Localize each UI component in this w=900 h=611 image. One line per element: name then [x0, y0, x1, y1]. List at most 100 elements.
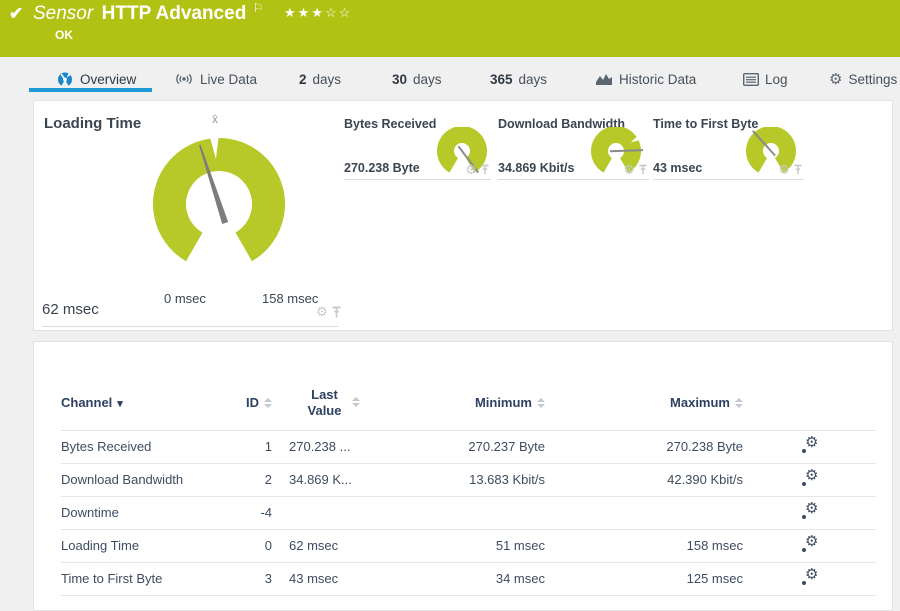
sort-icon[interactable] — [264, 397, 272, 408]
tab-live-data[interactable]: Live Data — [174, 65, 257, 93]
channel-settings-icon[interactable]: ⚙ — [801, 565, 819, 586]
small-gauge-download-bandwidth: Download Bandwidth 34.869 Kbit/s ⚙ — [498, 101, 649, 181]
gear-subdot — [801, 448, 806, 453]
small-gauge-value: 43 msec — [653, 161, 703, 175]
gauge-min-label: 0 msec — [164, 291, 206, 306]
flag-icon[interactable]: ⚐ — [253, 1, 264, 15]
prtg-sensor-page: ✔ Sensor HTTP Advanced ⚐ ★★★☆☆ OK Overvi… — [0, 0, 900, 611]
log-icon — [743, 72, 759, 86]
status-badge: OK — [55, 28, 73, 42]
gear-icon: ⚙ — [805, 499, 819, 517]
tab-label: Log — [765, 71, 788, 87]
divider — [498, 179, 649, 180]
channel-settings-icon[interactable]: ⚙ — [801, 433, 819, 454]
gear-subdot — [801, 547, 806, 552]
tab-label: Historic Data — [619, 71, 697, 87]
priority-stars[interactable]: ★★★☆☆ — [284, 5, 352, 20]
table-row[interactable]: Loading Time 0 62 msec 51 msec 158 msec … — [61, 529, 876, 562]
tab-30-days[interactable]: 30 days — [392, 65, 442, 93]
primary-gauge-actions: ⚙ — [316, 305, 341, 318]
tab-log[interactable]: Log — [743, 65, 788, 93]
small-gauge-time-to-first-byte: Time to First Byte 43 msec ⚙ — [653, 101, 804, 181]
small-gauge-value: 34.869 Kbit/s — [498, 161, 575, 175]
gauges-panel: Loading Time x̄ 0 msec 158 msec 62 msec … — [33, 100, 893, 331]
divider — [653, 179, 804, 180]
column-label: Minimum — [474, 395, 532, 411]
sensor-title-line: Sensor HTTP Advanced ⚐ ★★★☆☆ — [33, 1, 352, 25]
channel-name-cell[interactable]: Time to First Byte — [61, 562, 244, 595]
column-header-actions — [743, 376, 876, 430]
channel-settings-icon[interactable]: ⚙ — [801, 499, 819, 520]
column-header-id[interactable]: ID — [244, 376, 272, 430]
minimum-cell: 51 msec — [495, 538, 545, 553]
mean-marker-label: x̄ — [212, 112, 218, 126]
column-header-channel[interactable]: Channel ▾ — [61, 376, 244, 430]
tab-365-days[interactable]: 365 days — [490, 65, 547, 93]
last-value-cell: 34.869 K... — [289, 472, 352, 487]
tab-label: Settings — [848, 71, 898, 87]
sort-caret-icon: ▾ — [117, 398, 123, 411]
column-header-maximum[interactable]: Maximum — [545, 376, 743, 430]
table-row[interactable]: Downtime -4 ⚙ — [61, 496, 876, 529]
gear-subdot — [801, 514, 806, 519]
gear-icon: ⚙ — [805, 433, 819, 451]
divider — [42, 326, 338, 327]
column-header-minimum[interactable]: Minimum — [390, 376, 545, 430]
gauge-max-label: 158 msec — [262, 291, 319, 306]
gauge-settings-icon[interactable]: ⚙ — [465, 163, 477, 176]
gauge-settings-icon[interactable]: ⚙ — [778, 163, 790, 176]
table-row[interactable]: Bytes Received 1 270.238 ... 270.237 Byt… — [61, 430, 876, 463]
maximum-cell — [545, 496, 743, 529]
table-row[interactable]: Time to First Byte 3 43 msec 34 msec 125… — [61, 562, 876, 595]
small-gauge-label: Bytes Received — [344, 117, 437, 131]
last-value-cell: 270.238 ... — [289, 439, 351, 454]
maximum-cell: 270.238 Byte — [666, 439, 743, 454]
table-row[interactable]: Download Bandwidth 2 34.869 K... 13.683 … — [61, 463, 876, 496]
gear-subdot — [801, 580, 806, 585]
sort-icon[interactable] — [735, 397, 743, 408]
last-value-cell — [272, 496, 390, 529]
gauge-settings-icon[interactable]: ⚙ — [316, 305, 328, 318]
pin-icon[interactable] — [794, 164, 802, 175]
maximum-cell: 158 msec — [686, 538, 743, 553]
channel-name-cell[interactable]: Bytes Received — [61, 430, 244, 463]
settings-gear-icon: ⚙ — [829, 71, 843, 88]
gear-icon: ⚙ — [805, 532, 819, 550]
channel-id-cell: 1 — [264, 439, 272, 454]
sort-icon[interactable] — [537, 397, 545, 408]
channel-name-cell[interactable]: Downtime — [61, 496, 244, 529]
column-header-last-value[interactable]: Last Value — [272, 376, 390, 430]
channel-id-cell: 2 — [264, 472, 272, 487]
live-data-icon — [176, 73, 192, 85]
pin-icon[interactable] — [639, 164, 647, 175]
tab-label: days — [312, 71, 342, 87]
channel-settings-icon[interactable]: ⚙ — [801, 532, 819, 553]
channel-settings-icon[interactable]: ⚙ — [801, 468, 819, 487]
active-tab-underline — [29, 88, 152, 92]
pin-icon[interactable] — [332, 306, 341, 318]
gear-icon: ⚙ — [805, 565, 819, 583]
tab-historic-data[interactable]: Historic Data — [595, 65, 696, 93]
tab-label: days — [413, 71, 442, 87]
small-gauge-bytes-received: Bytes Received 270.238 Byte ⚙ — [344, 101, 491, 181]
tab-settings[interactable]: ⚙ Settings — [829, 65, 897, 93]
column-label: ID — [246, 395, 259, 411]
gear-subdot — [801, 481, 806, 486]
channel-name-cell[interactable]: Download Bandwidth — [61, 463, 244, 496]
small-gauge-actions: ⚙ — [778, 163, 802, 176]
gauge-settings-icon[interactable]: ⚙ — [623, 163, 635, 176]
tab-2-days[interactable]: 2 days — [299, 65, 341, 93]
small-gauge-actions: ⚙ — [465, 163, 489, 176]
channel-id-cell: -4 — [260, 505, 272, 520]
table-header-row: Channel ▾ ID Last Value Minimum Maximum — [61, 376, 876, 430]
sort-icon[interactable] — [351, 396, 360, 407]
sensor-kind-label: Sensor — [33, 3, 94, 24]
channel-name-cell[interactable]: Loading Time — [61, 529, 244, 562]
tab-number: 365 — [490, 71, 513, 87]
primary-gauge-value: 62 msec — [42, 301, 99, 318]
tab-number: 2 — [299, 71, 307, 87]
small-gauge-actions: ⚙ — [623, 163, 647, 176]
minimum-cell: 13.683 Kbit/s — [469, 472, 545, 487]
small-gauge-value: 270.238 Byte — [344, 161, 420, 175]
pin-icon[interactable] — [481, 164, 489, 175]
